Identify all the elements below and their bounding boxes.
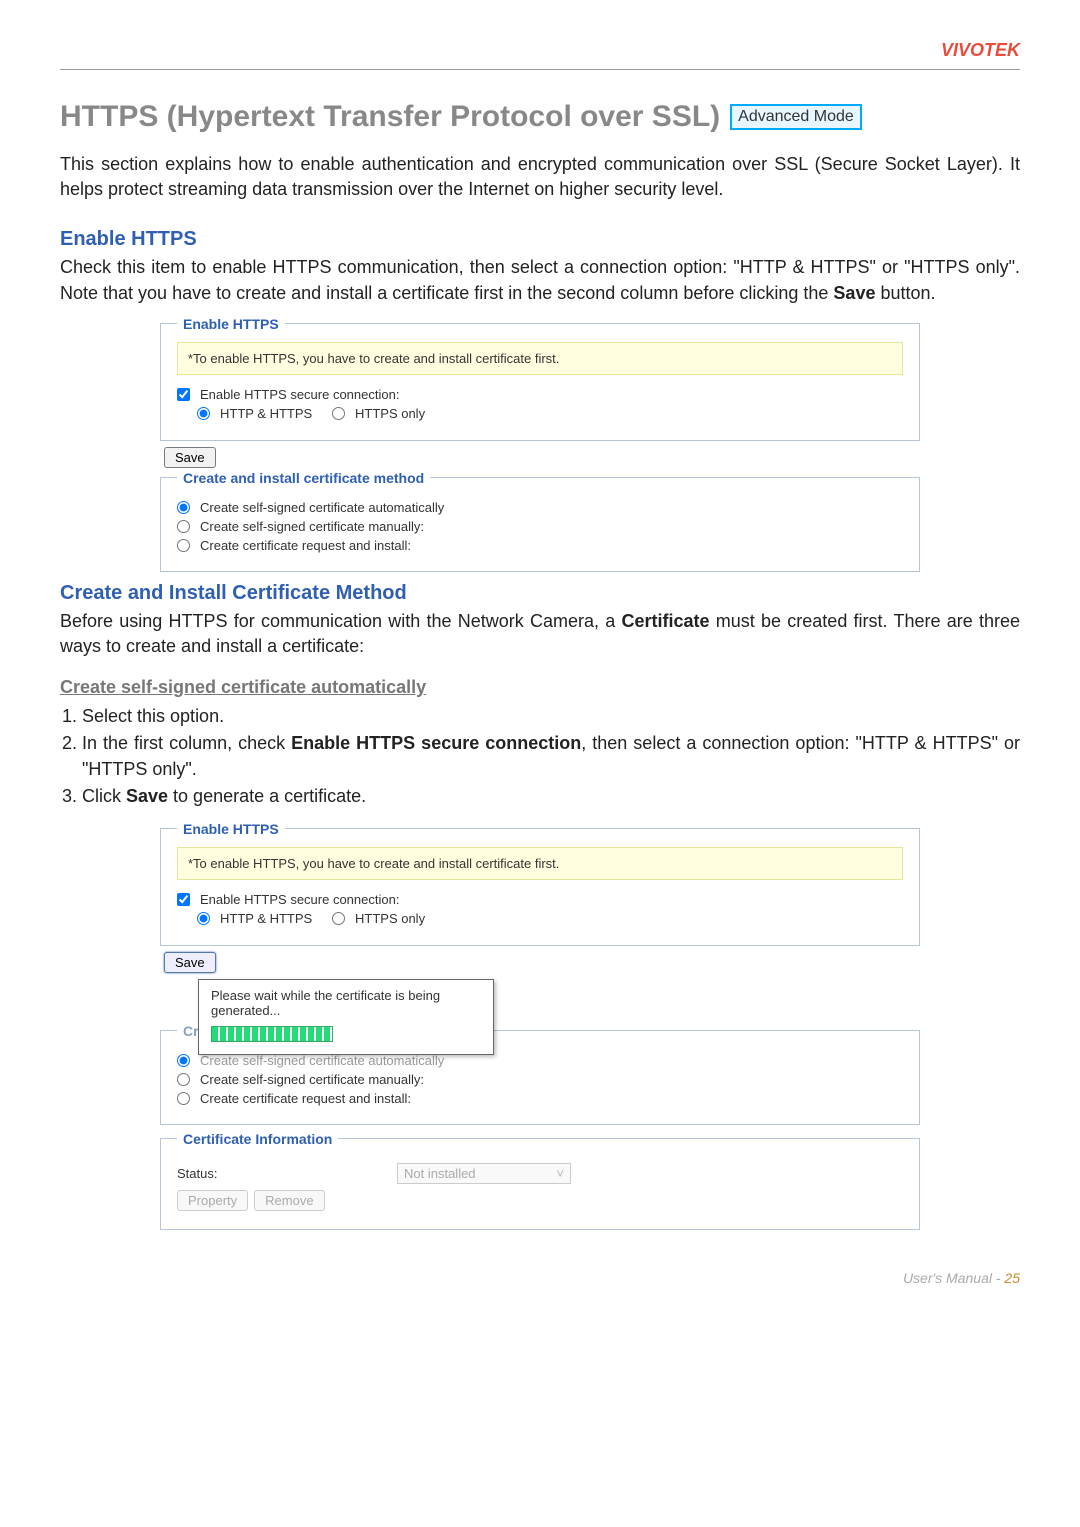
cert-auto-label-2: Create self-signed certificate automatic… <box>200 1053 444 1068</box>
enable-https-desc: Check this item to enable HTTPS communic… <box>60 255 1020 305</box>
enable-https-legend: Enable HTTPS <box>177 316 285 332</box>
auto-cert-subheading: Create self-signed certificate automatic… <box>60 677 1020 698</box>
cert-method-fieldset: Create and install certificate method Cr… <box>160 470 920 572</box>
cert-manual-label-2: Create self-signed certificate manually: <box>200 1072 424 1087</box>
enable-https-checkbox[interactable] <box>177 388 190 401</box>
create-cert-heading: Create and Install Certificate Method <box>60 582 1020 605</box>
cert-auto-radio[interactable] <box>177 501 190 514</box>
step-3: Click Save to generate a certificate. <box>82 784 1020 809</box>
progress-text: Please wait while the certificate is bei… <box>211 988 481 1018</box>
cert-info-legend: Certificate Information <box>177 1131 338 1147</box>
remove-button[interactable]: Remove <box>254 1190 324 1211</box>
progress-bar <box>211 1026 333 1042</box>
auto-cert-steps: Select this option. In the first column,… <box>60 704 1020 809</box>
status-label: Status: <box>177 1166 377 1181</box>
cert-request-label-2: Create certificate request and install: <box>200 1091 411 1106</box>
chevron-down-icon: ˅ <box>556 1166 564 1181</box>
enable-https-checkbox-label-2: Enable HTTPS secure connection: <box>200 892 399 907</box>
cert-request-radio[interactable] <box>177 539 190 552</box>
enable-https-checkbox-label: Enable HTTPS secure connection: <box>200 387 399 402</box>
https-notice-2: *To enable HTTPS, you have to create and… <box>177 847 903 880</box>
http-and-https-label-2: HTTP & HTTPS <box>220 911 312 926</box>
title-text: HTTPS (Hypertext Transfer Protocol over … <box>60 100 720 134</box>
https-only-label-2: HTTPS only <box>355 911 425 926</box>
cert-manual-radio[interactable] <box>177 520 190 533</box>
enable-https-fieldset: Enable HTTPS *To enable HTTPS, you have … <box>160 316 920 441</box>
save-button-2[interactable]: Save <box>164 952 216 973</box>
https-notice: *To enable HTTPS, you have to create and… <box>177 342 903 375</box>
cert-manual-radio-2[interactable] <box>177 1073 190 1086</box>
status-select[interactable]: Not installed ˅ <box>397 1163 571 1184</box>
advanced-mode-badge: Advanced Mode <box>730 104 862 130</box>
enable-https-fieldset-2: Enable HTTPS *To enable HTTPS, you have … <box>160 821 920 946</box>
https-only-radio[interactable] <box>332 407 345 420</box>
progress-dialog: Please wait while the certificate is bei… <box>198 979 494 1055</box>
step-2: In the first column, check Enable HTTPS … <box>82 731 1020 781</box>
page-footer: User's Manual - 25 <box>60 1270 1020 1286</box>
https-only-radio-2[interactable] <box>332 912 345 925</box>
http-and-https-label: HTTP & HTTPS <box>220 406 312 421</box>
http-and-https-radio-2[interactable] <box>197 912 210 925</box>
https-only-label: HTTPS only <box>355 406 425 421</box>
cert-request-radio-2[interactable] <box>177 1092 190 1105</box>
cert-manual-label: Create self-signed certificate manually: <box>200 519 424 534</box>
enable-https-legend-2: Enable HTTPS <box>177 821 285 837</box>
cert-auto-radio-2[interactable] <box>177 1054 190 1067</box>
cert-info-fieldset: Certificate Information Status: Not inst… <box>160 1131 920 1230</box>
cert-method-legend: Create and install certificate method <box>177 470 430 486</box>
page-title: HTTPS (Hypertext Transfer Protocol over … <box>60 100 1020 134</box>
enable-https-heading: Enable HTTPS <box>60 228 1020 251</box>
enable-https-checkbox-2[interactable] <box>177 893 190 906</box>
status-value: Not installed <box>404 1166 476 1181</box>
step-1: Select this option. <box>82 704 1020 729</box>
save-button[interactable]: Save <box>164 447 216 468</box>
cert-auto-label: Create self-signed certificate automatic… <box>200 500 444 515</box>
property-button[interactable]: Property <box>177 1190 248 1211</box>
http-and-https-radio[interactable] <box>197 407 210 420</box>
cert-request-label: Create certificate request and install: <box>200 538 411 553</box>
intro-paragraph: This section explains how to enable auth… <box>60 152 1020 202</box>
create-cert-desc: Before using HTTPS for communication wit… <box>60 609 1020 659</box>
top-divider <box>60 69 1020 70</box>
brand-label: VIVOTEK <box>60 40 1020 61</box>
